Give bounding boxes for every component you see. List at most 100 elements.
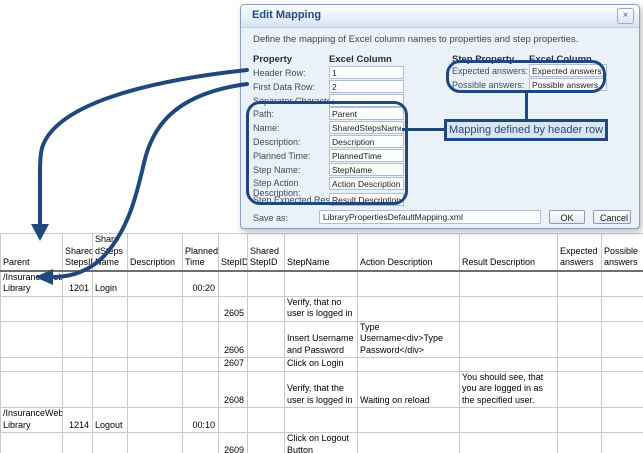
cell-parent[interactable] [1, 358, 63, 372]
cell-sharedstepid[interactable] [248, 358, 285, 372]
cell-description[interactable] [128, 296, 183, 321]
col-header-stepid[interactable]: StepID [219, 234, 248, 271]
cell-parent[interactable]: /InsuranceWeb Library [1, 271, 63, 297]
cell-expectedanswers[interactable] [558, 371, 602, 408]
cell-expectedanswers[interactable] [558, 358, 602, 372]
cell-stepname[interactable] [285, 271, 358, 297]
cancel-button[interactable]: Cancel [593, 210, 631, 224]
cell-resultdescription[interactable] [460, 271, 558, 297]
cell-description[interactable] [128, 433, 183, 453]
cell-sharedstepsid[interactable] [63, 433, 93, 453]
cell-stepid[interactable] [219, 271, 248, 297]
cell-expectedanswers[interactable] [558, 271, 602, 297]
cell-expectedanswers[interactable] [558, 433, 602, 453]
cell-sharedstepid[interactable] [248, 271, 285, 297]
cell-parent[interactable]: /InsuranceWeb Library [1, 408, 63, 433]
cell-resultdescription[interactable] [460, 433, 558, 453]
cell-sharedstepsname[interactable] [93, 433, 128, 453]
col-header-sharedstepsname[interactable]: SharedStepsName [93, 234, 128, 271]
cell-actiondescription[interactable] [358, 408, 460, 433]
cell-actiondescription[interactable] [358, 358, 460, 372]
cell-plannedtime[interactable] [183, 321, 219, 358]
cell-actiondescription[interactable] [358, 271, 460, 297]
cell-resultdescription[interactable] [460, 296, 558, 321]
cell-sharedstepsid[interactable] [63, 321, 93, 358]
cell-sharedstepsname[interactable]: Logout [93, 408, 128, 433]
cell-plannedtime[interactable]: 00:10 [183, 408, 219, 433]
cell-stepid[interactable]: 2609 [219, 433, 248, 453]
cell-actiondescription[interactable] [358, 296, 460, 321]
cell-sharedstepid[interactable] [248, 371, 285, 408]
cell-sharedstepid[interactable] [248, 321, 285, 358]
col-header-description[interactable]: Description [128, 234, 183, 271]
cell-stepname[interactable]: Verify, that no user is logged in [285, 296, 358, 321]
cell-stepid[interactable]: 2608 [219, 371, 248, 408]
cell-parent[interactable] [1, 371, 63, 408]
cell-sharedstepsid[interactable] [63, 296, 93, 321]
col-header-sharedstepid[interactable]: Shared StepID [248, 234, 285, 271]
cell-sharedstepsname[interactable]: Login [93, 271, 128, 297]
cell-description[interactable] [128, 408, 183, 433]
col-header-actiondescription[interactable]: Action Description [358, 234, 460, 271]
cell-sharedstepsid[interactable]: 1201 [63, 271, 93, 297]
cell-sharedstepsid[interactable] [63, 358, 93, 372]
cell-plannedtime[interactable] [183, 358, 219, 372]
cell-possibleanswers[interactable] [602, 321, 643, 358]
cell-description[interactable] [128, 271, 183, 297]
cell-resultdescription[interactable] [460, 358, 558, 372]
cell-sharedstepsid[interactable]: 1214 [63, 408, 93, 433]
col-header-possibleanswers[interactable]: Possible answers [602, 234, 643, 271]
cell-expectedanswers[interactable] [558, 321, 602, 358]
cell-stepid[interactable] [219, 408, 248, 433]
dialog-titlebar[interactable]: Edit Mapping × [241, 5, 639, 28]
save-as-input[interactable] [319, 210, 541, 224]
cell-sharedstepsid[interactable] [63, 371, 93, 408]
cell-resultdescription[interactable] [460, 408, 558, 433]
cell-description[interactable] [128, 358, 183, 372]
header-row-input[interactable] [329, 66, 404, 79]
cell-actiondescription[interactable]: Type Username<div>Type Password</div> [358, 321, 460, 358]
cell-stepname[interactable]: Insert Username and Password [285, 321, 358, 358]
col-header-sharedstepsid[interactable]: Shared StepsID [63, 234, 93, 271]
cell-stepid[interactable]: 2605 [219, 296, 248, 321]
cell-sharedstepid[interactable] [248, 296, 285, 321]
cell-possibleanswers[interactable] [602, 433, 643, 453]
cell-sharedstepsname[interactable] [93, 358, 128, 372]
col-header-resultdescription[interactable]: Result Description [460, 234, 558, 271]
cell-resultdescription[interactable]: You should see, that you are logged in a… [460, 371, 558, 408]
cell-stepname[interactable]: Click on Login [285, 358, 358, 372]
cell-possibleanswers[interactable] [602, 371, 643, 408]
cell-description[interactable] [128, 321, 183, 358]
cell-possibleanswers[interactable] [602, 296, 643, 321]
ok-button[interactable]: OK [549, 210, 585, 224]
cell-expectedanswers[interactable] [558, 296, 602, 321]
cell-sharedstepid[interactable] [248, 408, 285, 433]
cell-actiondescription[interactable]: Waiting on reload [358, 371, 460, 408]
close-icon[interactable]: × [617, 8, 634, 24]
cell-stepname[interactable]: Click on Logout Button [285, 433, 358, 453]
col-header-stepname[interactable]: StepName [285, 234, 358, 271]
cell-possibleanswers[interactable] [602, 358, 643, 372]
cell-stepname[interactable]: Verify, that the user is logged in [285, 371, 358, 408]
cell-resultdescription[interactable] [460, 321, 558, 358]
cell-plannedtime[interactable] [183, 433, 219, 453]
cell-expectedanswers[interactable] [558, 408, 602, 433]
cell-sharedstepsname[interactable] [93, 321, 128, 358]
cell-plannedtime[interactable]: 00:20 [183, 271, 219, 297]
col-header-parent[interactable]: Parent [1, 234, 63, 271]
cell-plannedtime[interactable] [183, 296, 219, 321]
cell-stepid[interactable]: 2607 [219, 358, 248, 372]
cell-stepname[interactable] [285, 408, 358, 433]
cell-possibleanswers[interactable] [602, 271, 643, 297]
cell-parent[interactable] [1, 321, 63, 358]
cell-sharedstepsname[interactable] [93, 296, 128, 321]
cell-plannedtime[interactable] [183, 371, 219, 408]
first-data-row-input[interactable] [329, 80, 404, 93]
cell-stepid[interactable]: 2606 [219, 321, 248, 358]
cell-possibleanswers[interactable] [602, 408, 643, 433]
cell-sharedstepid[interactable] [248, 433, 285, 453]
cell-actiondescription[interactable] [358, 433, 460, 453]
cell-sharedstepsname[interactable] [93, 371, 128, 408]
col-header-plannedtime[interactable]: Planned Time [183, 234, 219, 271]
col-header-expectedanswers[interactable]: Expected answers [558, 234, 602, 271]
